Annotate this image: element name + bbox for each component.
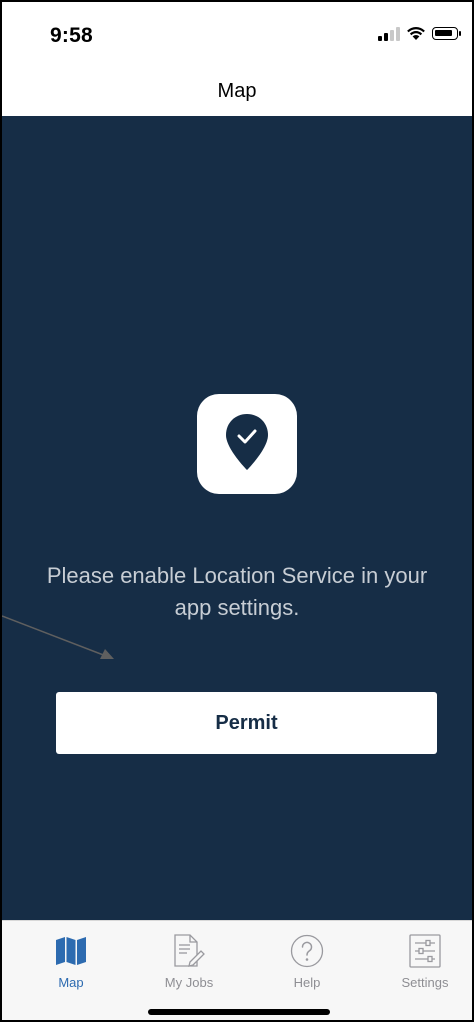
location-message: Please enable Location Service in your a… [46,563,428,620]
tab-map-label: Map [58,975,84,990]
wifi-icon [407,27,425,40]
tab-bar: Map My Jobs Help Settings [2,920,472,1020]
tab-my-jobs-label: My Jobs [164,975,214,990]
location-permission-panel: Please enable Location Service in your a… [2,116,472,920]
permit-button[interactable]: Permit [56,692,437,754]
navigation-bar: Map [2,66,472,116]
battery-icon [432,27,461,40]
home-indicator [148,1009,330,1015]
tab-map[interactable]: Map [12,933,130,990]
help-icon [290,934,324,968]
tab-help[interactable]: Help [248,933,366,990]
app-screen: 9:58 Map Please enable Location Service … [0,0,474,1022]
location-app-tile [197,394,297,494]
status-bar: 9:58 [2,2,472,66]
tab-settings-label: Settings [401,975,449,990]
status-time: 9:58 [50,24,93,47]
status-icons [378,26,461,41]
page-title: Map [217,80,257,102]
map-icon [56,937,86,965]
jobs-icon [174,934,205,967]
tab-settings[interactable]: Settings [366,933,472,990]
settings-icon [409,934,441,968]
tab-help-label: Help [293,975,321,990]
tab-my-jobs[interactable]: My Jobs [130,933,248,990]
location-check-icon [226,414,268,470]
signal-icon [378,26,400,41]
